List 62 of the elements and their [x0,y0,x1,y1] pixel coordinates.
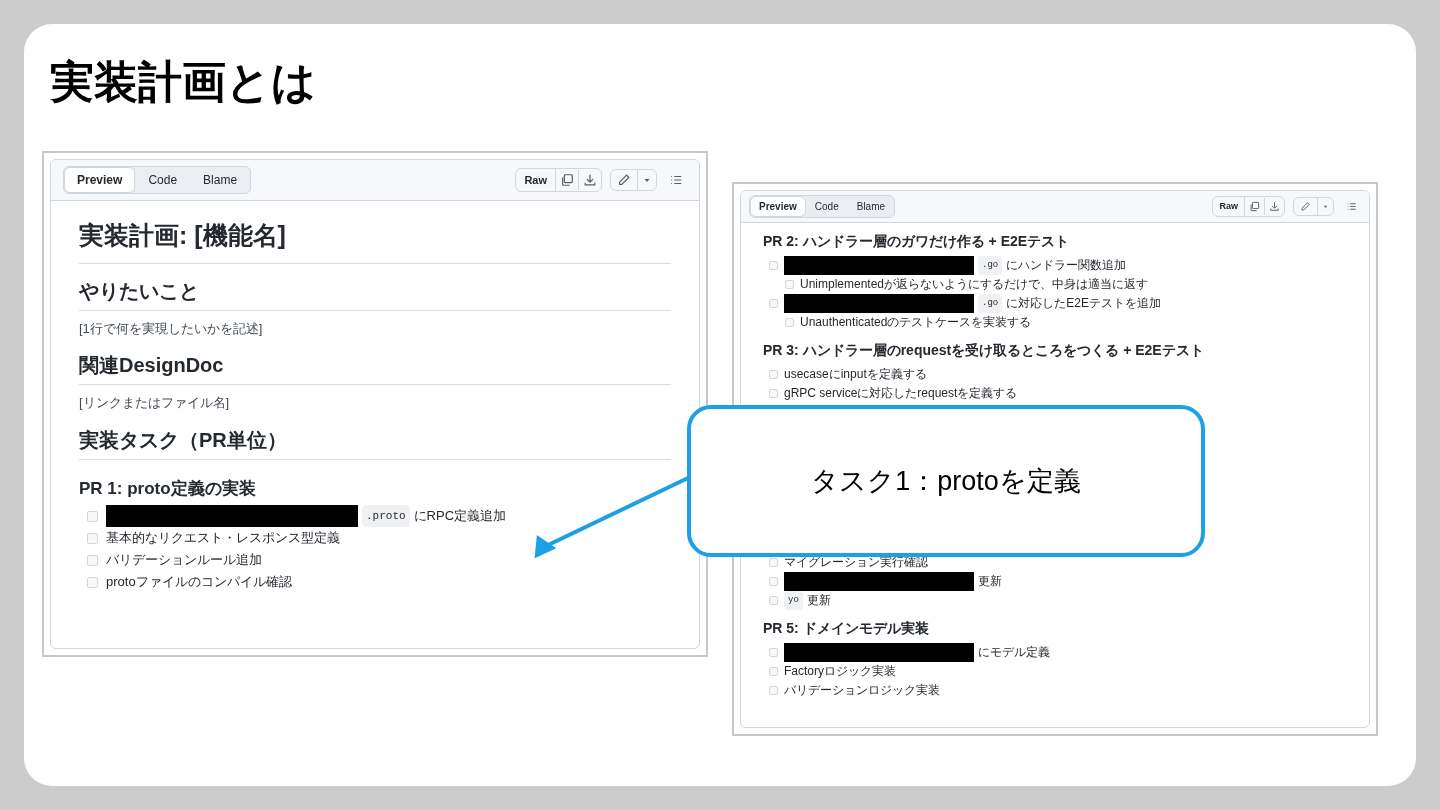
task-checkbox[interactable] [769,558,778,567]
copy-icon[interactable] [1249,201,1260,212]
task-text: Unauthenticatedのテストケースを実装する [800,314,1032,331]
task-checkbox[interactable] [87,532,98,544]
view-tab[interactable]: Preview [64,167,136,193]
download-icon[interactable] [583,173,597,187]
task-checkbox[interactable] [769,261,778,270]
task-checkbox[interactable] [769,667,778,676]
callout-text: タスク1：protoを定義 [811,464,1081,498]
task-text: Factoryロジック実装 [784,663,896,680]
task-checkbox[interactable] [769,596,778,605]
task-checkbox[interactable] [87,576,98,588]
section-heading: 実装タスク（PR単位） [79,424,671,460]
pencil-icon[interactable] [1300,201,1311,212]
inline-code: yo [784,591,803,610]
task-text: バリデーションルール追加 [106,551,262,569]
task-text: usecaseにinputを定義する [784,366,927,383]
document-title: 実装計画: [機能名] [79,217,671,264]
task-checkbox[interactable] [769,648,778,657]
task-checkbox[interactable] [87,554,98,566]
list-icon[interactable] [669,173,683,187]
subsection-heading: PR 5: ドメインモデル実装 [763,619,930,638]
task-text: 基本的なリクエスト・レスポンス型定義 [106,529,340,547]
task-checkbox[interactable] [769,370,778,379]
view-tab[interactable]: Blame [190,167,251,193]
pencil-icon[interactable] [617,173,631,187]
task-text: バリデーションロジック実装 [784,682,940,699]
slide-title: 実装計画とは [50,60,316,104]
view-tab[interactable]: Code [805,196,848,217]
task-checkbox[interactable] [769,299,778,308]
task-checkbox[interactable] [769,389,778,398]
task-checkbox[interactable] [785,318,794,327]
section-heading: 関連DesignDoc [79,350,671,385]
task-text: 更新 [806,592,831,609]
task-text: 更新 [978,573,1002,590]
view-tab[interactable]: Preview [750,196,806,217]
download-icon[interactable] [1269,201,1280,212]
task-text: に対応したE2Eテストを追加 [1006,295,1161,312]
task-text: gRPC serviceに対応したrequestを定義する [784,385,1018,402]
caret-icon[interactable] [1322,203,1329,210]
task-text: にモデル定義 [978,644,1050,661]
inline-code: .go [978,256,1003,275]
view-tab[interactable]: Blame [847,196,895,217]
copy-icon[interactable] [560,173,574,187]
task-checkbox[interactable] [87,510,98,522]
paragraph-text: [リンクまたはファイル名] [79,394,231,412]
section-heading: やりたいこと [79,275,671,311]
task-text: にRPC定義追加 [413,507,507,525]
task-checkbox[interactable] [785,280,794,289]
subsection-heading: PR 2: ハンドラー層のガワだけ作る + E2Eテスト [763,232,1071,251]
paragraph-text: [1行で何を実現したいかを記述] [79,319,264,338]
task-checkbox[interactable] [769,577,778,586]
task-text: Unimplementedが返らないようにするだけで、中身は適当に返す [800,276,1149,293]
task-text: にハンドラー関数追加 [1006,257,1127,274]
inline-code: .proto [362,505,410,527]
inline-code: .go [978,294,1003,313]
task-text: マイグレーション実行確認 [784,554,928,571]
task-checkbox[interactable] [769,686,778,695]
view-tab[interactable]: Code [135,167,191,193]
subsection-heading: PR 3: ハンドラー層のrequestを受け取るところをつくる + E2Eテスト [763,341,1205,360]
subsection-heading: PR 1: proto定義の実装 [79,477,257,500]
task-text: protoファイルのコンパイル確認 [106,573,292,591]
